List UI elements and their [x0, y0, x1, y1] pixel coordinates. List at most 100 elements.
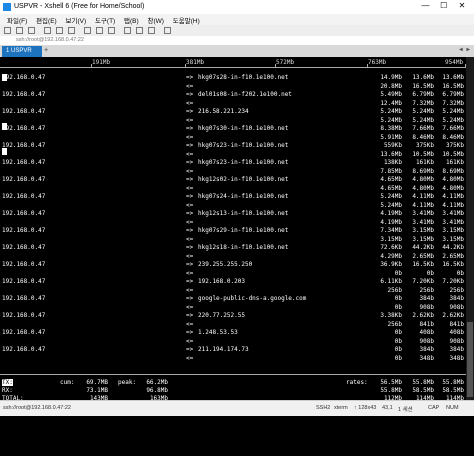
rate-2s: 5.24Mb — [380, 108, 402, 115]
rate-40s: 3.15Mb — [442, 235, 464, 243]
menu-view[interactable]: 보기(V) — [66, 15, 87, 25]
dest-host: 220.77.252.55 — [198, 312, 245, 319]
dest-host: hkg07s29-in-f10.1e100.net — [198, 227, 289, 234]
traffic-bar-block — [2, 148, 7, 155]
direction-arrow: <= — [186, 235, 194, 243]
scale-mark — [185, 64, 186, 67]
menu-file[interactable]: 파일(F) — [7, 15, 27, 25]
rate-40s: 256b — [449, 286, 464, 294]
rate-40s: 384b — [449, 346, 464, 353]
traffic-bar-block — [2, 74, 7, 81]
rate-40s: 13.6Mb — [442, 74, 464, 81]
lock-icon[interactable] — [108, 27, 115, 34]
minimize-button[interactable]: — — [418, 1, 434, 10]
print-icon[interactable] — [84, 27, 91, 34]
connection-row: <= 13.6Mb 10.5Mb 10.5Mb — [0, 151, 466, 158]
direction-arrow: <= — [186, 82, 194, 90]
menu-edit[interactable]: 편집(E) — [36, 15, 57, 25]
font-icon[interactable] — [136, 27, 143, 34]
direction-arrow: => — [186, 91, 194, 98]
menu-help[interactable]: 도움말(H) — [173, 15, 200, 25]
dest-host: 239.255.255.250 — [198, 261, 253, 268]
rate-40s: 2.62Kb — [442, 312, 464, 319]
rate-10s: 908b — [419, 337, 434, 345]
globe-icon[interactable] — [96, 27, 103, 34]
window-controls: — ☐ ✕ — [418, 1, 470, 10]
menu-window[interactable]: 창(W) — [148, 15, 164, 25]
terminal[interactable]: 191Mb 381Mb 572Mb 763Mb 954Mb 192.168.0.… — [0, 57, 466, 402]
rate-40s: 5.24Mb — [442, 108, 464, 115]
source-host: 192.168.0.47 — [2, 193, 46, 200]
rate-40s: 5.24Mb — [442, 116, 464, 124]
rate-40s: 44.2Kb — [442, 244, 464, 251]
menu-tools[interactable]: 도구(T) — [95, 15, 115, 25]
terminal-scrollbar[interactable] — [466, 57, 474, 400]
disconnect-icon[interactable] — [28, 27, 35, 34]
direction-arrow: <= — [186, 320, 194, 328]
tx-cum: 69.7MB — [86, 379, 108, 386]
dest-host: hkg07s30-in-f10.1e100.net — [198, 125, 289, 132]
rate-2s: 0b — [394, 354, 402, 362]
direction-arrow: => — [186, 125, 194, 132]
scrollbar-thumb[interactable] — [467, 322, 473, 397]
tab-bar: 1 USPVR + ◀ ▶ — [0, 45, 474, 57]
rate-40s: 16.5Mb — [442, 82, 464, 90]
script-icon[interactable] — [148, 27, 155, 34]
help-icon[interactable] — [164, 27, 171, 34]
tx-label: TX: — [2, 379, 13, 386]
connection-row: <= 5.24Mb 5.24Mb 5.24Mb — [0, 117, 466, 124]
maximize-button[interactable]: ☐ — [436, 1, 452, 10]
connection-row: 192.168.0.47 => hkg07s29-in-f10.1e100.net 7… — [0, 227, 466, 234]
dest-host: hkg07s23-in-f10.1e100.net — [198, 142, 289, 149]
rate-2s: 5.24Mb — [380, 116, 402, 124]
rate-2s: 4.19Mb — [380, 210, 402, 217]
rate-2s: 7.85Mb — [380, 167, 402, 175]
copy-icon[interactable] — [44, 27, 51, 34]
source-host: 192.168.0.47 — [2, 176, 46, 183]
tab-session[interactable]: 1 USPVR — [2, 46, 42, 57]
scale-tick: 763Mb — [368, 59, 387, 66]
connection-row: <= 4.65Mb 4.80Mb 4.80Mb — [0, 185, 466, 192]
rx-row: RX: 73.1MB 96.8Mb 55.8Mb 58.5Mb 58.5Mb — [0, 387, 466, 394]
paste-icon[interactable] — [56, 27, 63, 34]
rate-10s: 3.15Mb — [412, 235, 434, 243]
rate-40s: 908b — [449, 337, 464, 345]
rate-2s: 138Kb — [383, 159, 402, 166]
add-tab-button[interactable]: + — [44, 46, 48, 54]
rate-10s: 8.46Mb — [412, 133, 434, 141]
direction-arrow: <= — [186, 252, 194, 260]
direction-arrow: => — [186, 227, 194, 234]
rate-10s: 16.5Mb — [412, 82, 434, 90]
new-session-icon[interactable] — [4, 27, 11, 34]
direction-arrow: <= — [186, 150, 194, 158]
status-bar: ssh://root@192.168.0.47:22 SSH2 xterm ↑ … — [0, 400, 474, 416]
direction-arrow: => — [186, 159, 194, 166]
source-host: 192.168.0.47 — [2, 278, 46, 285]
find-icon[interactable] — [68, 27, 75, 34]
dest-host: 216.58.221.234 — [198, 108, 249, 115]
connection-row: 192.168.0.47 => 220.77.252.55 3.38Kb 2.62Kb 2… — [0, 312, 466, 319]
rate-10s: 2.62Kb — [412, 312, 434, 319]
dest-host: hkg12s13-in-f10.1e100.net — [198, 210, 289, 217]
rate-2s: 5.91Mb — [380, 133, 402, 141]
tx-peak: 66.2Mb — [146, 379, 168, 386]
keyboard-icon[interactable] — [124, 27, 131, 34]
rate-2s: 0b — [394, 346, 402, 353]
rate-2s: 72.6Kb — [380, 244, 402, 251]
open-folder-icon[interactable] — [16, 27, 23, 34]
rate-10s: 841b — [419, 320, 434, 328]
rate-10s: 348b — [419, 354, 434, 362]
scale-tick: 572Mb — [276, 59, 295, 66]
rate-10s: 2.65Mb — [412, 252, 434, 260]
close-button[interactable]: ✕ — [454, 1, 470, 10]
menu-tab[interactable]: 탭(B) — [124, 15, 139, 25]
tx-rate-40s: 55.8Mb — [442, 379, 464, 386]
rate-2s: 0b — [394, 303, 402, 311]
address-text[interactable]: ssh://root@192.168.0.47:22 — [16, 37, 84, 43]
scale-mark — [91, 64, 92, 67]
dest-host: 192.168.0.203 — [198, 278, 245, 285]
direction-arrow: => — [186, 329, 194, 336]
connection-row: <= 4.19Mb 3.41Mb 3.41Mb — [0, 219, 466, 226]
tab-nav-arrows[interactable]: ◀ ▶ — [459, 46, 470, 53]
rate-2s: 8.38Mb — [380, 125, 402, 132]
